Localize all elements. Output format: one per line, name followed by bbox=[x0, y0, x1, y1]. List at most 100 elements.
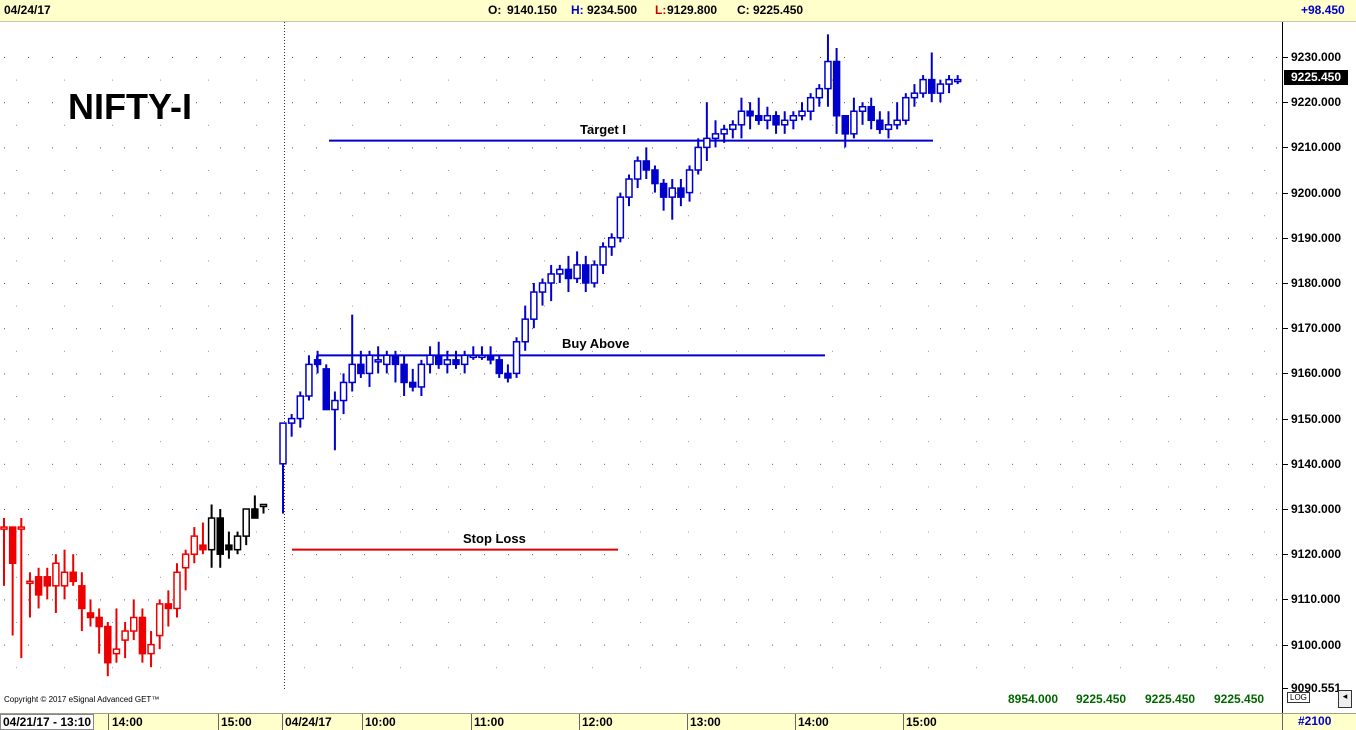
candle bbox=[642, 147, 651, 180]
candle bbox=[374, 346, 382, 374]
candle bbox=[138, 608, 147, 663]
candle bbox=[155, 599, 164, 650]
candle bbox=[729, 120, 737, 139]
candle bbox=[225, 531, 233, 559]
candle bbox=[181, 549, 190, 591]
price-tick-label: 9220.000 bbox=[1291, 95, 1342, 110]
candle bbox=[112, 608, 121, 663]
candle bbox=[60, 549, 69, 600]
candle bbox=[953, 75, 962, 85]
price-tick-mark bbox=[1282, 418, 1288, 420]
open-label: O: bbox=[488, 3, 502, 17]
candle bbox=[547, 264, 555, 302]
candle bbox=[573, 251, 581, 283]
candle bbox=[806, 93, 815, 121]
price-tick-mark bbox=[1282, 192, 1288, 194]
price-tick-mark bbox=[1282, 554, 1288, 556]
price-tick-label: 9210.000 bbox=[1291, 140, 1342, 155]
price-tick-label: 9230.000 bbox=[1291, 50, 1342, 64]
candle bbox=[34, 567, 43, 609]
candle bbox=[17, 518, 26, 659]
price-tick-mark bbox=[1282, 283, 1288, 284]
close-value: 9225.450 bbox=[753, 3, 804, 17]
high-label: H: bbox=[571, 3, 584, 17]
candle bbox=[850, 97, 858, 139]
candle bbox=[460, 350, 469, 374]
candle bbox=[279, 422, 287, 514]
candle bbox=[259, 503, 268, 514]
candle bbox=[625, 174, 633, 207]
price-tick-label: 9190.000 bbox=[1291, 230, 1342, 245]
candle bbox=[339, 373, 348, 415]
indicator-value: 8954.000 bbox=[1008, 692, 1059, 706]
candle bbox=[763, 106, 772, 130]
candle bbox=[173, 563, 181, 618]
candle bbox=[443, 350, 452, 374]
candle bbox=[789, 111, 798, 130]
time-label: 13:00 bbox=[690, 715, 721, 729]
close-label: C: bbox=[737, 3, 750, 17]
candle bbox=[677, 179, 685, 207]
candle bbox=[711, 120, 720, 148]
price-tick-label: 9100.000 bbox=[1291, 637, 1342, 652]
net-change: +98.450 bbox=[1301, 3, 1345, 17]
stop-loss-label: Stop Loss bbox=[463, 530, 526, 546]
candle bbox=[130, 599, 138, 641]
candle bbox=[512, 337, 521, 378]
symbol-title: NIFTY-I bbox=[68, 86, 192, 127]
candle bbox=[582, 255, 590, 293]
candle bbox=[902, 93, 910, 125]
candle bbox=[434, 341, 443, 369]
candle bbox=[242, 508, 250, 546]
price-tick-label: 9200.000 bbox=[1291, 185, 1342, 200]
candle bbox=[313, 350, 322, 374]
price-tick-label: 9110.000 bbox=[1291, 592, 1341, 607]
price-tick-label: 9160.000 bbox=[1291, 366, 1342, 381]
candle bbox=[69, 554, 77, 586]
candle bbox=[737, 97, 746, 139]
candle bbox=[841, 115, 849, 148]
candle bbox=[409, 368, 417, 392]
candle bbox=[400, 355, 408, 396]
candle bbox=[52, 554, 60, 613]
time-label: 14:00 bbox=[798, 715, 829, 729]
bar-count: #2100 bbox=[1298, 714, 1332, 728]
candle bbox=[391, 350, 400, 383]
time-axis-start: 04/21/17 - 13:10 bbox=[0, 714, 95, 730]
quote-header: 04/24/17 O: 9140.150 H: 9234.500 L: 9129… bbox=[0, 0, 1356, 22]
candle bbox=[824, 34, 832, 107]
candle bbox=[616, 192, 625, 243]
price-tick-mark bbox=[1282, 373, 1288, 375]
candle bbox=[331, 391, 339, 451]
candle bbox=[893, 102, 901, 130]
candle bbox=[287, 414, 296, 437]
candlestick-chart[interactable] bbox=[0, 22, 1282, 713]
candle bbox=[86, 599, 95, 627]
price-tick-label: 9140.000 bbox=[1291, 456, 1342, 471]
candle bbox=[365, 350, 374, 387]
price-tick-mark bbox=[1282, 509, 1288, 510]
last-price-flag: 9225.450 bbox=[1284, 69, 1348, 85]
candle bbox=[538, 278, 547, 306]
candle bbox=[910, 84, 919, 107]
price-tick-mark bbox=[1282, 688, 1288, 689]
log-scale-toggle[interactable]: LOG bbox=[1287, 692, 1310, 703]
candle bbox=[633, 156, 642, 189]
candle bbox=[190, 527, 199, 564]
axis-scroll-button[interactable]: ◂ bbox=[1338, 690, 1352, 708]
candle bbox=[521, 305, 529, 351]
candle bbox=[928, 52, 936, 103]
price-tick-mark bbox=[1282, 147, 1288, 149]
candle bbox=[296, 391, 305, 428]
candle bbox=[945, 75, 953, 94]
price-tick-label: 9170.000 bbox=[1291, 321, 1342, 336]
time-axis[interactable]: 04/21/17 - 13:10 14:00 15:00 04/24/17 10… bbox=[0, 713, 1356, 730]
open-value: 9140.150 bbox=[507, 3, 558, 17]
candle bbox=[556, 264, 564, 283]
candle bbox=[590, 260, 599, 288]
candle bbox=[26, 572, 34, 618]
candle bbox=[322, 364, 330, 411]
time-label: 11:00 bbox=[474, 715, 505, 729]
target-label: Target I bbox=[580, 121, 626, 137]
time-label: 14:00 bbox=[112, 715, 143, 729]
